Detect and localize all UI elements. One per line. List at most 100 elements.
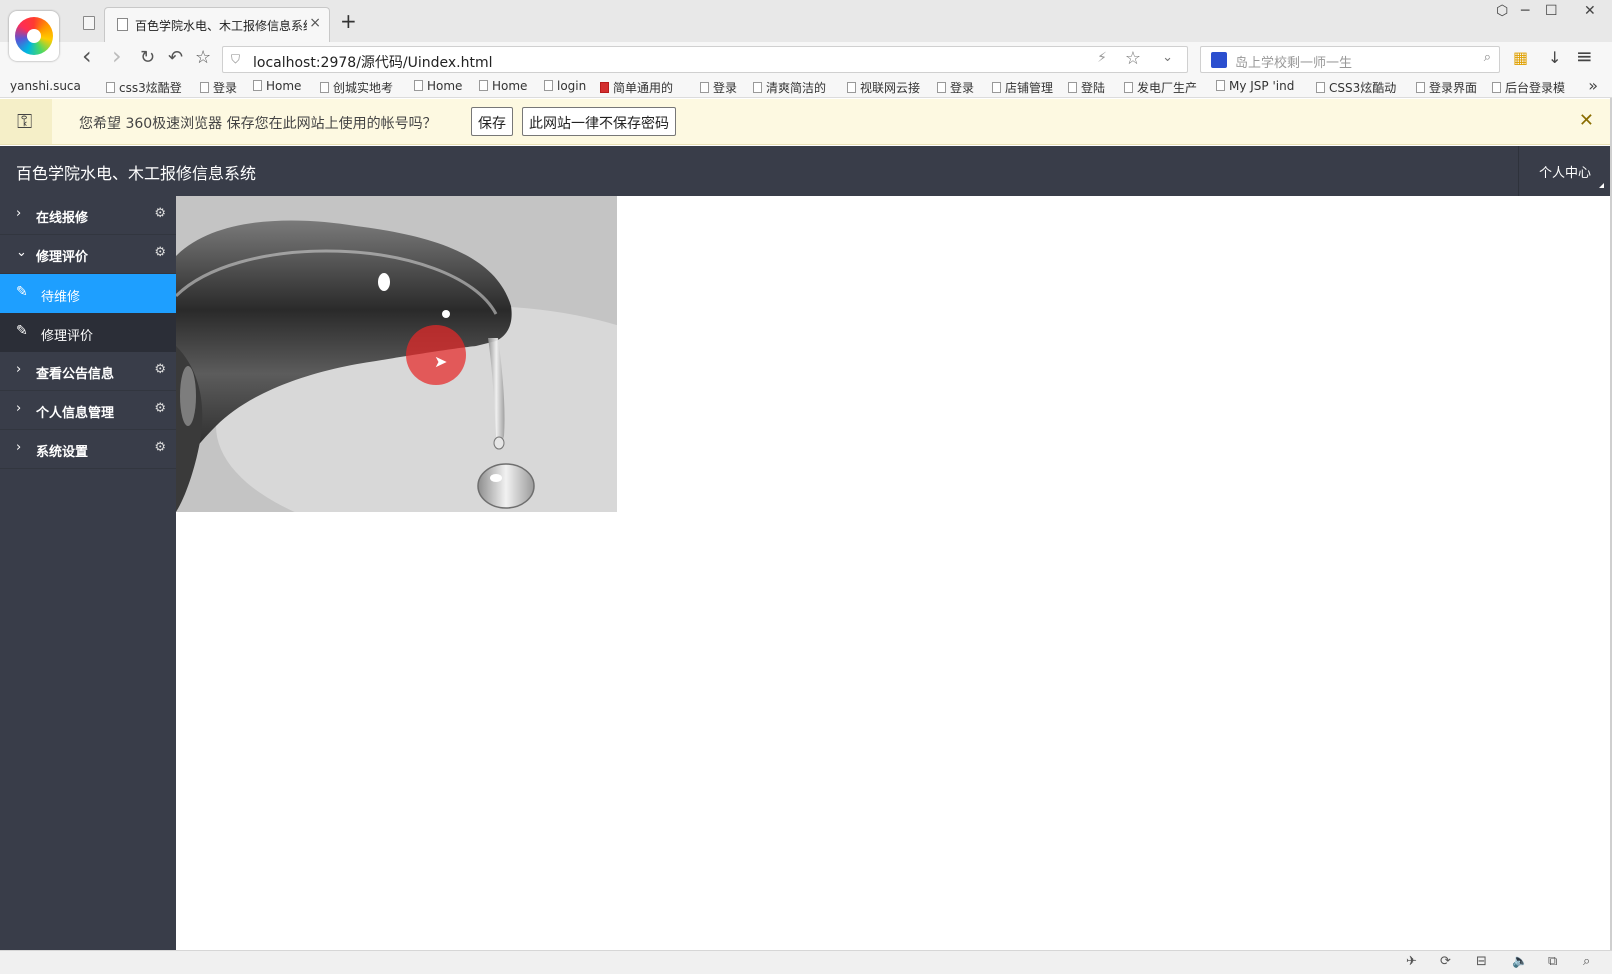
bookmark-star-icon[interactable]: ☆ bbox=[1125, 48, 1141, 69]
bookmark-label: 发电厂生产 bbox=[1137, 81, 1198, 95]
tab-close-icon[interactable]: × bbox=[309, 15, 321, 31]
sidebar-item[interactable]: ✎ 修理评价 bbox=[0, 313, 176, 352]
bookmark-item[interactable]: css3炫酷登 bbox=[106, 79, 182, 96]
search-icon[interactable]: ⌕ bbox=[1484, 50, 1491, 65]
save-password-button[interactable]: 保存 bbox=[471, 107, 513, 136]
sidebar: › 在线报修 ⚙ ⌄ 修理评价 ⚙ ✎ 待维修 ✎ 修理评价 › 查看公告信息 ⚙ › 个人信息管理 ⚙ › 系统… bbox=[0, 196, 176, 950]
maximize-icon[interactable]: ☐ bbox=[1545, 3, 1558, 19]
close-icon[interactable]: ✕ bbox=[1579, 110, 1594, 131]
bookmark-label: Home bbox=[266, 79, 302, 93]
chevron-right-icon: › bbox=[16, 440, 22, 455]
sidebar-group-label: 查看公告信息 bbox=[36, 367, 115, 382]
address-bar[interactable]: ⛉ localhost:2978/源代码/Uindex.html ⚡ ☆ ⌄ bbox=[222, 46, 1188, 73]
browser-logo[interactable] bbox=[9, 11, 59, 61]
browser-tab-bar: 百色学院水电、木工报修信息系统 × + ⬡ ─ ☐ ✕ bbox=[0, 0, 1612, 42]
gear-icon: ⚙ bbox=[154, 440, 166, 455]
page-icon bbox=[700, 82, 709, 93]
sidebar-group[interactable]: › 个人信息管理 ⚙ bbox=[0, 391, 176, 430]
pencil-icon: ✎ bbox=[16, 323, 28, 339]
undo-icon[interactable]: ↶ bbox=[168, 47, 183, 68]
sidebar-item[interactable]: ✎ 待维修 bbox=[0, 274, 176, 313]
faucet-image bbox=[176, 196, 617, 512]
bookmark-label: 店铺管理 bbox=[1005, 81, 1054, 95]
minimize-icon[interactable]: ─ bbox=[1521, 3, 1529, 19]
bookmark-item[interactable]: 后台登录模 bbox=[1492, 79, 1565, 96]
bookmark-label: 简单通用的 bbox=[613, 81, 674, 95]
bookmark-item[interactable]: 发电厂生产 bbox=[1124, 79, 1197, 96]
bookmark-item[interactable]: 店铺管理 bbox=[992, 79, 1053, 96]
bookmark-label: 登录 bbox=[713, 81, 738, 95]
bookmark-item[interactable]: Home bbox=[479, 79, 527, 93]
search-engine-icon[interactable] bbox=[1211, 52, 1227, 68]
apps-icon[interactable]: ▦ bbox=[1513, 48, 1528, 67]
page-icon bbox=[106, 82, 115, 93]
page-icon bbox=[117, 18, 128, 31]
menu-icon[interactable]: ≡ bbox=[1576, 44, 1593, 68]
bookmark-label: 清爽简洁的 bbox=[766, 81, 827, 95]
bookmark-item[interactable]: 登录界面 bbox=[1416, 79, 1477, 96]
volume-icon[interactable]: 🔈 bbox=[1512, 954, 1528, 969]
page-icon bbox=[544, 80, 553, 91]
browser-status-bar: ✈ ⟳ ⊟ 🔈 ⧉ ⌕ bbox=[0, 950, 1612, 974]
forward-icon[interactable]: › bbox=[112, 42, 122, 70]
bookmark-item[interactable]: login bbox=[544, 79, 586, 93]
never-save-button[interactable]: 此网站一律不保存密码 bbox=[522, 107, 676, 136]
gear-icon: ⚙ bbox=[154, 245, 166, 260]
window-icon[interactable]: ⧉ bbox=[1548, 954, 1557, 969]
chevron-right-icon: › bbox=[16, 362, 22, 377]
gear-icon: ⚙ bbox=[154, 401, 166, 416]
chevron-down-icon[interactable]: ⌄ bbox=[1162, 50, 1173, 65]
bookmark-item[interactable]: 登录 bbox=[937, 79, 974, 96]
bookmark-item[interactable]: 视联网云接 bbox=[847, 79, 920, 96]
bookmark-label: Home bbox=[492, 79, 528, 93]
back-icon[interactable]: ‹ bbox=[82, 42, 92, 70]
sidebar-group[interactable]: › 在线报修 ⚙ bbox=[0, 196, 176, 235]
close-window-icon[interactable]: ✕ bbox=[1584, 3, 1596, 19]
bookmark-item[interactable]: 登陆 bbox=[1068, 79, 1105, 96]
bookmark-label: My JSP 'ind bbox=[1229, 79, 1295, 93]
new-tab-button[interactable]: + bbox=[340, 9, 357, 33]
bookmark-item[interactable]: 登录 bbox=[700, 79, 737, 96]
bookmark-label: css3炫酷登 bbox=[119, 81, 182, 95]
browser-tab-active[interactable]: 百色学院水电、木工报修信息系统 × bbox=[104, 7, 330, 42]
user-center-menu[interactable]: 个人中心 bbox=[1518, 146, 1612, 196]
bookmark-label: 登陆 bbox=[1081, 81, 1106, 95]
page-icon bbox=[320, 82, 329, 93]
bookmark-item[interactable]: 创城实地考 bbox=[320, 79, 393, 96]
sidebar-group[interactable]: › 查看公告信息 ⚙ bbox=[0, 352, 176, 391]
bookmark-label: Home bbox=[427, 79, 463, 93]
page-icon bbox=[992, 82, 1001, 93]
search-placeholder: 岛上学校剩一师一生 bbox=[1235, 56, 1353, 71]
bookmark-item[interactable]: CSS3炫酷动 bbox=[1316, 79, 1396, 96]
bookmark-label: 登录 bbox=[950, 81, 975, 95]
bookmark-item[interactable]: My JSP 'ind bbox=[1216, 79, 1294, 93]
search-input[interactable]: 岛上学校剩一师一生 ⌕ bbox=[1200, 46, 1500, 73]
sidebar-group[interactable]: › 系统设置 ⚙ bbox=[0, 430, 176, 469]
zoom-icon[interactable]: ⌕ bbox=[1583, 954, 1590, 969]
dropdown-corner-icon bbox=[1599, 183, 1604, 188]
address-url[interactable]: localhost:2978/源代码/Uindex.html bbox=[253, 52, 493, 72]
bookmark-label: CSS3炫酷动 bbox=[1329, 81, 1397, 95]
trash-icon[interactable]: ⊟ bbox=[1476, 954, 1487, 969]
bookmark-item[interactable]: 简单通用的 bbox=[600, 79, 673, 96]
sidebar-group[interactable]: ⌄ 修理评价 ⚙ bbox=[0, 235, 176, 274]
bookmark-item[interactable]: 清爽简洁的 bbox=[753, 79, 826, 96]
plane-icon[interactable]: ✈ bbox=[1406, 954, 1417, 969]
bookmark-item[interactable]: Home bbox=[253, 79, 301, 93]
bookmarks-bar: yanshi.suca css3炫酷登 登录 Home 创城实地考 Home Home log… bbox=[0, 76, 1612, 98]
bookmark-item[interactable]: yanshi.suca bbox=[10, 79, 81, 93]
page-icon bbox=[83, 16, 95, 30]
page-icon bbox=[414, 80, 423, 91]
download-icon[interactable]: ↓ bbox=[1548, 48, 1561, 67]
more-bookmarks-icon[interactable]: » bbox=[1588, 76, 1598, 95]
bookmark-label: 登录 bbox=[213, 81, 238, 95]
bookmark-item[interactable]: 登录 bbox=[200, 79, 237, 96]
favorite-icon[interactable]: ☆ bbox=[195, 47, 211, 68]
refresh-icon[interactable]: ⟳ bbox=[1440, 954, 1451, 969]
bookmark-item[interactable]: Home bbox=[414, 79, 462, 93]
page-icon bbox=[1068, 82, 1077, 93]
page-icon bbox=[1416, 82, 1425, 93]
skin-icon[interactable]: ⬡ bbox=[1496, 3, 1508, 19]
reload-icon[interactable]: ↻ bbox=[140, 47, 155, 68]
bolt-icon[interactable]: ⚡ bbox=[1097, 50, 1107, 66]
